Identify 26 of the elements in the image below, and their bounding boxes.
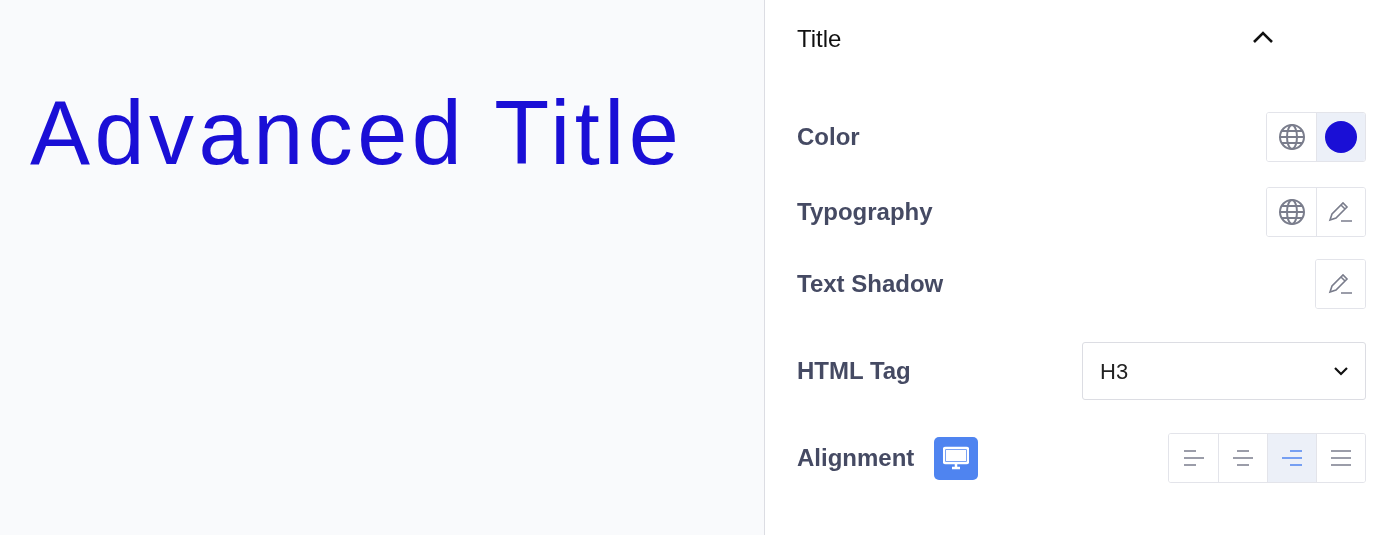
field-label: Text Shadow: [797, 269, 944, 299]
chevron-down-icon: [1333, 366, 1349, 376]
field-label: HTML Tag: [797, 356, 911, 386]
chevron-up-icon: [1252, 30, 1274, 44]
align-left-icon: [1181, 448, 1206, 468]
monitor-icon: [943, 446, 970, 470]
section-title: Title: [797, 24, 842, 54]
edit-button[interactable]: [1316, 260, 1365, 308]
color-picker-button[interactable]: [1316, 113, 1365, 161]
alignment-button[interactable]: [1267, 434, 1316, 482]
field-label: Alignment: [797, 443, 915, 473]
align-center-icon: [1231, 448, 1255, 468]
globe-icon: [1277, 123, 1306, 151]
field-label: Typography: [797, 197, 933, 227]
device-button[interactable]: [934, 436, 979, 480]
field-label: Color: [797, 122, 860, 152]
pencil-icon: [1328, 200, 1354, 224]
align-justify-icon: [1329, 448, 1353, 468]
edit-button[interactable]: [1316, 188, 1365, 236]
alignment-button[interactable]: [1316, 434, 1365, 482]
preview-heading: Advanced Title: [30, 88, 684, 178]
collapse-button[interactable]: [1252, 30, 1274, 44]
globe-icon: [1277, 198, 1306, 226]
align-right-icon: [1280, 448, 1304, 468]
pencil-icon: [1327, 272, 1354, 296]
select-field[interactable]: H3: [1082, 342, 1366, 400]
